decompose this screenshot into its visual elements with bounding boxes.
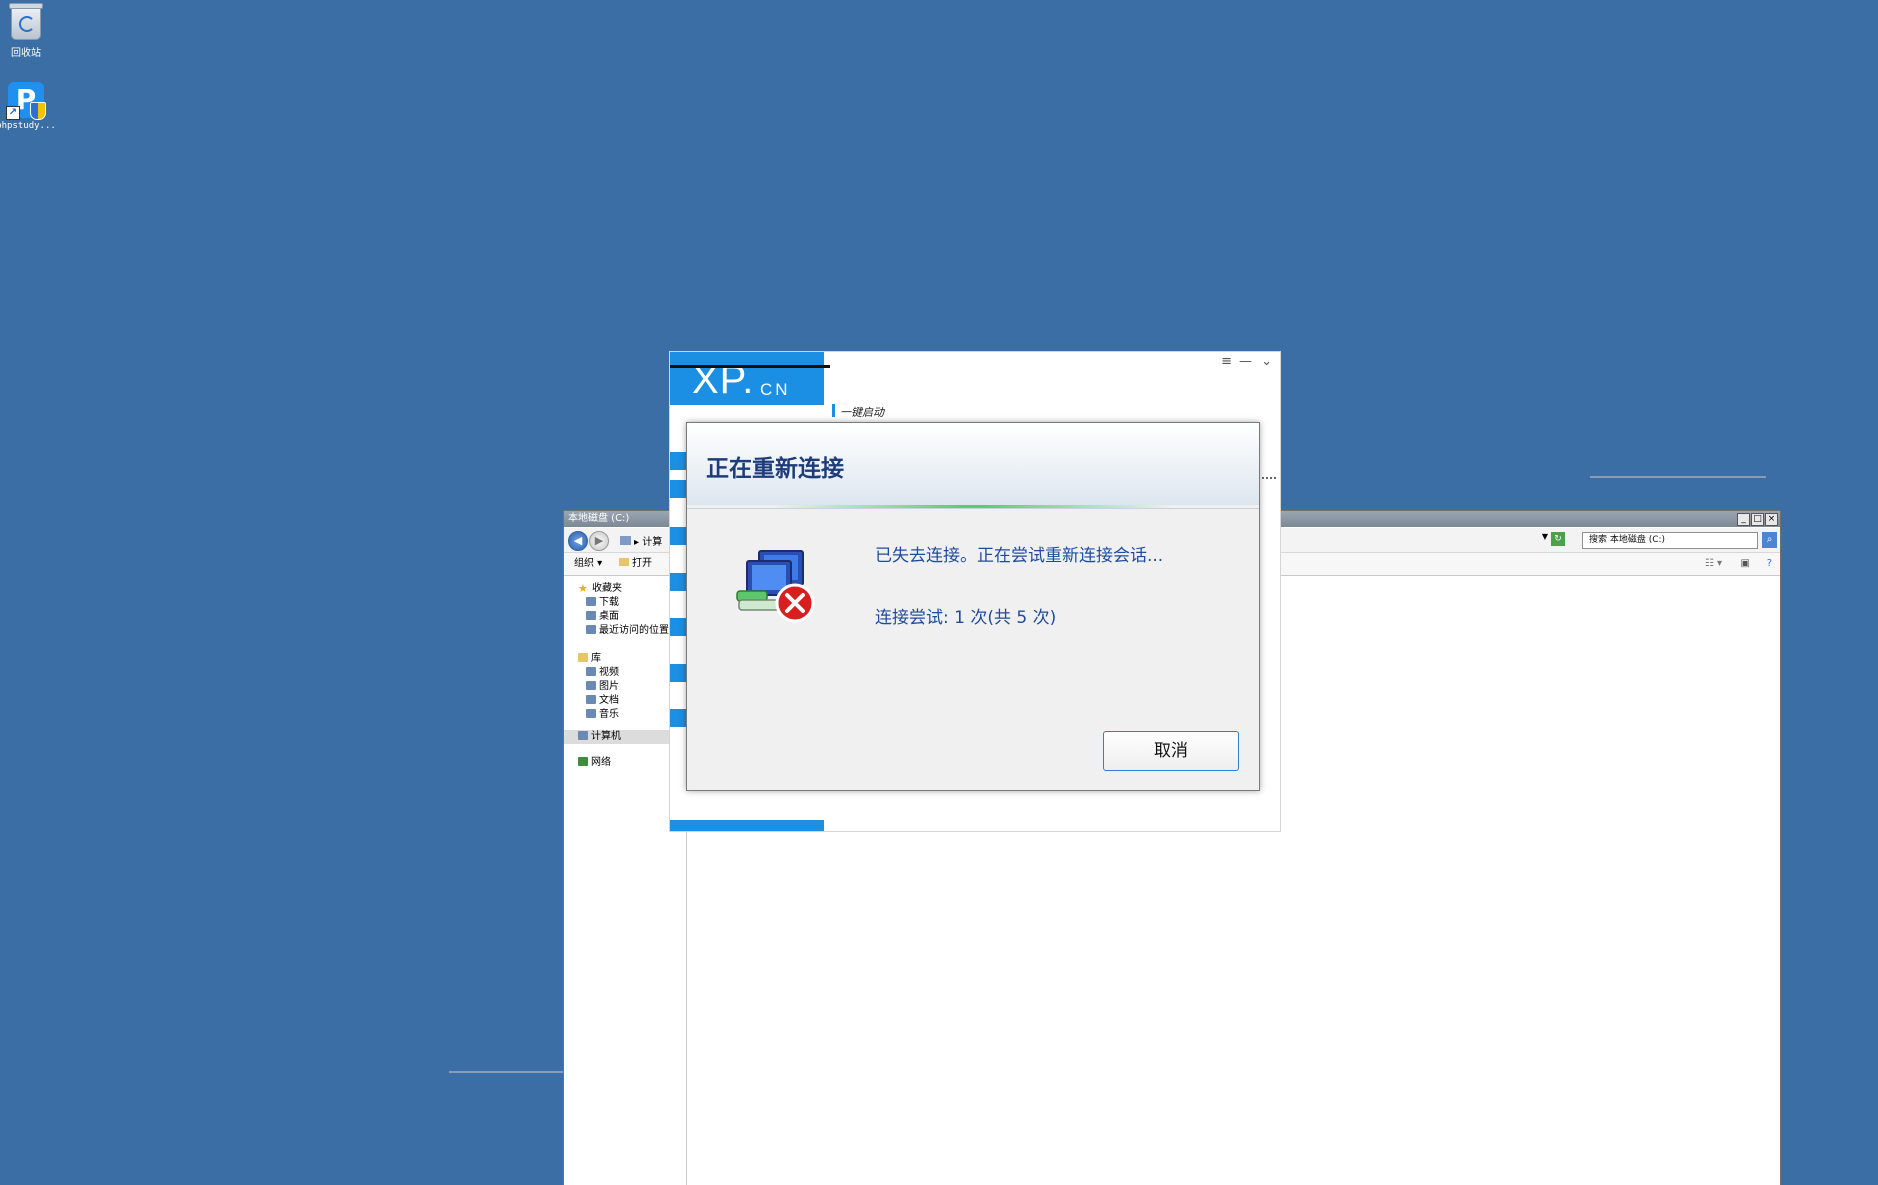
library-icon <box>578 653 588 662</box>
divider <box>687 508 1259 509</box>
video-icon <box>586 667 596 676</box>
search-placeholder: 搜索 本地磁盘 (C:) <box>1589 535 1666 545</box>
organize-label: 组织 <box>574 558 594 569</box>
network-disconnected-icon <box>736 550 815 623</box>
sidebar-label: 文档 <box>599 695 619 706</box>
address-text: 计算 <box>642 537 663 548</box>
divider <box>1258 477 1278 479</box>
minimize-button[interactable]: _ <box>1737 513 1750 526</box>
music-icon <box>586 709 596 718</box>
recycle-bin-label: 回收站 <box>11 48 41 59</box>
bottom-bar <box>670 820 824 831</box>
desktop-icon-recycle-bin[interactable]: 回收站 <box>0 3 56 59</box>
forward-button[interactable]: ▶ <box>589 531 609 551</box>
chevron-down-icon[interactable]: ⌄ <box>1261 354 1272 369</box>
document-icon <box>586 695 596 704</box>
sidebar-label: 音乐 <box>599 709 619 720</box>
sidebar-label: 桌面 <box>599 611 619 622</box>
sidebar-label: 收藏夹 <box>592 583 622 594</box>
maximize-button[interactable]: □ <box>1751 513 1764 526</box>
sidebar-label: 图片 <box>599 681 619 692</box>
chevron-down-icon[interactable]: ▼ <box>1542 532 1548 541</box>
sidebar-item-network[interactable]: 网络 <box>564 756 686 770</box>
sidebar-label: 网络 <box>591 757 611 768</box>
desktop-line <box>449 1071 563 1073</box>
sidebar-label: 计算机 <box>591 731 621 742</box>
sidebar-label: 下载 <box>599 597 619 608</box>
reconnect-dialog[interactable]: 正在重新连接 已失去连接。正在尝试重新连接会话... 连接尝试: 1 次(共 5… <box>686 422 1260 791</box>
refresh-icon[interactable]: ↻ <box>1551 532 1565 546</box>
attempt-counter: 连接尝试: 1 次(共 5 次) <box>875 608 1057 628</box>
sidebar-label: 视频 <box>599 667 619 678</box>
network-icon <box>578 757 588 766</box>
open-label: 打开 <box>632 558 652 569</box>
star-icon: ★ <box>578 582 588 595</box>
preview-pane-icon[interactable]: ▣ <box>1741 553 1750 575</box>
phpstudy-logo: XP. CN <box>670 352 830 405</box>
connection-lost-message: 已失去连接。正在尝试重新连接会话... <box>875 546 1164 566</box>
cancel-button[interactable]: 取消 <box>1103 731 1239 771</box>
recent-places-icon <box>586 625 596 634</box>
recycle-bin-icon <box>9 3 43 40</box>
picture-icon <box>586 681 596 690</box>
computer-icon <box>578 731 588 740</box>
phpstudy-label: phpstudy... <box>0 121 56 131</box>
download-icon <box>586 597 596 606</box>
open-button[interactable]: 打开 <box>619 553 652 575</box>
view-icon[interactable]: ☷ ▾ <box>1705 553 1722 575</box>
back-button[interactable]: ◀ <box>568 531 588 551</box>
open-icon <box>619 558 629 566</box>
tab-one-click-start[interactable]: 一键启动 <box>832 404 884 420</box>
address-path[interactable]: ▸ 计算 <box>620 533 662 548</box>
search-input[interactable]: 搜索 本地磁盘 (C:) <box>1582 532 1758 549</box>
desktop-line <box>1590 476 1766 478</box>
help-icon[interactable]: ? <box>1767 553 1772 575</box>
explorer-title: 本地磁盘 (C:) <box>568 513 630 524</box>
desktop-icon-phpstudy[interactable]: P ↗ phpstudy... <box>0 82 56 131</box>
desktop-icon <box>586 611 596 620</box>
close-button[interactable]: × <box>1765 513 1778 526</box>
folder-icon <box>620 536 631 545</box>
menu-icon[interactable]: ≡ <box>1221 354 1232 369</box>
logo-subtext: CN <box>760 380 791 399</box>
organize-button[interactable]: 组织 ▾ <box>574 553 602 575</box>
sidebar-label: 最近访问的位置 <box>599 625 669 636</box>
tab-label: 一键启动 <box>840 406 884 419</box>
glitch-line <box>670 365 830 368</box>
sidebar-item-computer[interactable]: 计算机 <box>564 730 686 744</box>
minimize-icon[interactable]: — <box>1239 354 1252 369</box>
sidebar-label: 库 <box>591 653 601 664</box>
phpstudy-icon: P ↗ <box>6 82 46 120</box>
dialog-title: 正在重新连接 <box>706 456 844 482</box>
search-icon[interactable]: ⌕ <box>1762 532 1777 548</box>
